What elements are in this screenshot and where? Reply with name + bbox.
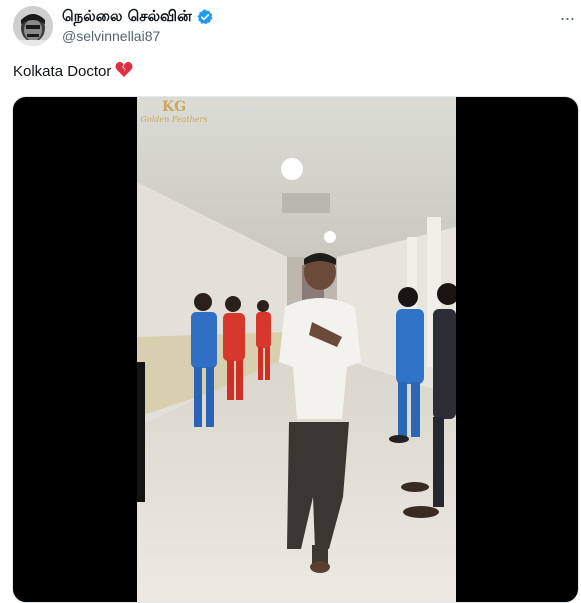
broken-heart-emoji (115, 61, 133, 82)
avatar-image (13, 6, 53, 46)
avatar[interactable] (13, 6, 53, 46)
more-options-icon[interactable]: ··· (555, 8, 579, 28)
verified-badge-icon (197, 9, 213, 25)
author-handle[interactable]: @selvinnellai87 (62, 28, 160, 44)
video-player[interactable]: KG Golden Feathers (12, 96, 579, 603)
video-frame[interactable]: KG Golden Feathers (137, 97, 459, 602)
author-name-row: நெல்லை செல்வின் (62, 7, 213, 27)
hospital-corridor-scene (137, 97, 459, 602)
display-name[interactable]: நெல்லை செல்வின் (62, 7, 192, 27)
tweet-text-body: Kolkata Doctor (13, 63, 112, 80)
tweet-text: Kolkata Doctor (13, 61, 133, 82)
tweet-card: நெல்லை செல்வின் @selvinnellai87 ··· Kolk… (0, 0, 581, 603)
